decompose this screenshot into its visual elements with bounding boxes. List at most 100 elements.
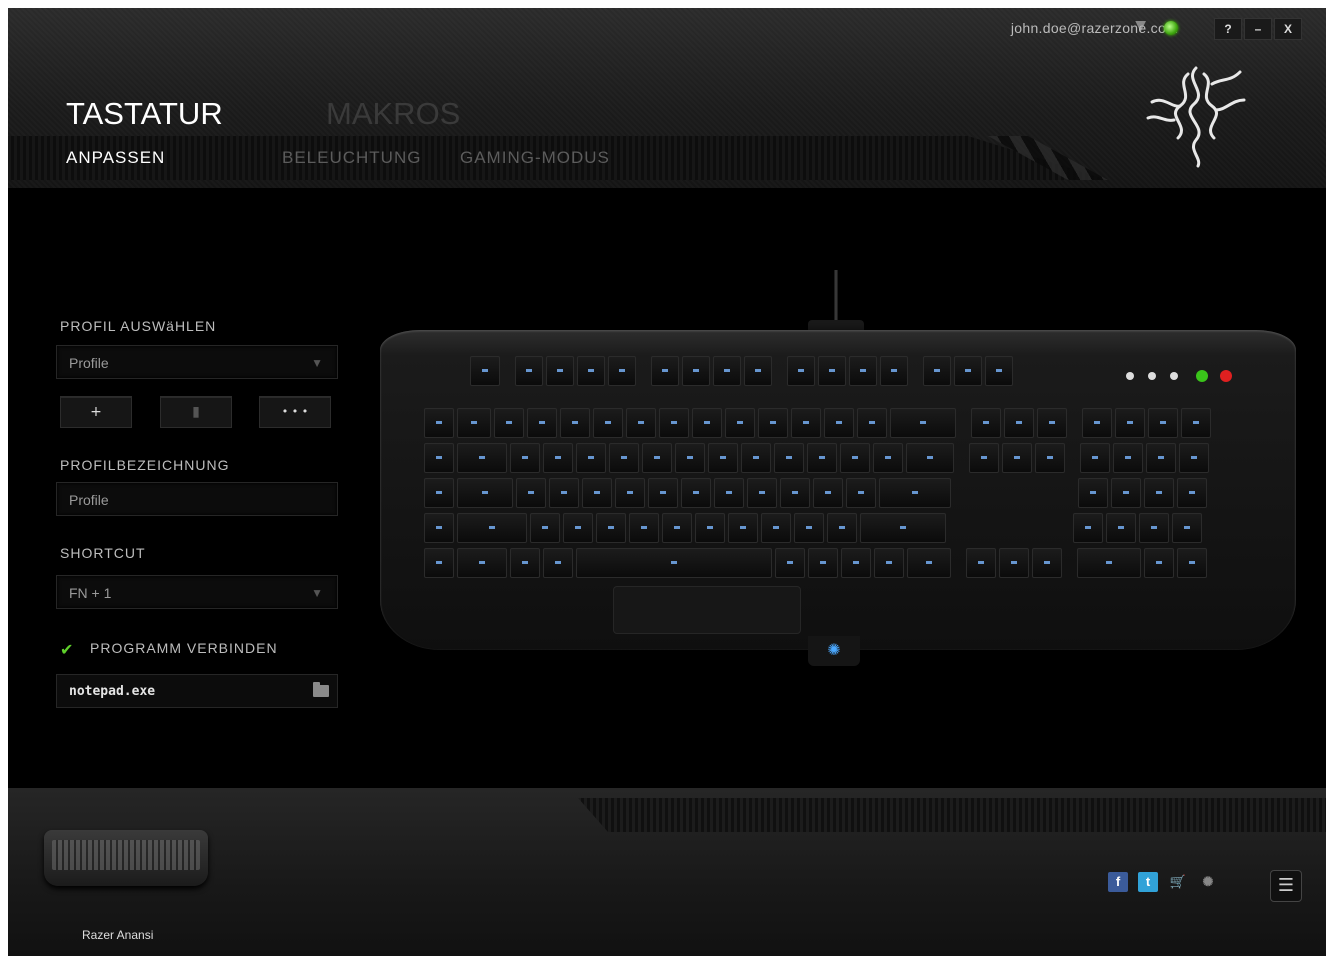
check-icon[interactable]: ✔ — [60, 642, 76, 658]
keyboard-key[interactable] — [744, 356, 772, 386]
keyboard-key[interactable] — [1032, 548, 1062, 578]
keyboard-key[interactable] — [813, 478, 843, 508]
keyboard-key[interactable] — [593, 408, 623, 438]
shortcut-dropdown[interactable]: FN + 1 ▼ — [56, 575, 338, 609]
keyboard-key[interactable] — [457, 408, 491, 438]
keyboard-key[interactable] — [969, 443, 999, 473]
keyboard-key[interactable] — [648, 478, 678, 508]
keyboard-key[interactable] — [824, 408, 854, 438]
keyboard-key[interactable] — [629, 513, 659, 543]
keyboard-key[interactable] — [879, 478, 951, 508]
keyboard-key[interactable] — [608, 356, 636, 386]
keyboard-key[interactable] — [818, 356, 846, 386]
keyboard-key[interactable] — [708, 443, 738, 473]
keyboard-key[interactable] — [1177, 548, 1207, 578]
keyboard-key[interactable] — [1146, 443, 1176, 473]
keyboard-key[interactable] — [874, 548, 904, 578]
keyboard-key[interactable] — [923, 356, 951, 386]
minimize-button[interactable]: – — [1244, 18, 1272, 40]
keyboard-key[interactable] — [728, 513, 758, 543]
keyboard-key[interactable] — [563, 513, 593, 543]
account-email[interactable]: john.doe@razerzone.com — [1011, 20, 1178, 36]
keyboard-key[interactable] — [1037, 408, 1067, 438]
keyboard-key[interactable] — [1106, 513, 1136, 543]
keyboard-key[interactable] — [424, 548, 454, 578]
keyboard-key[interactable] — [543, 548, 573, 578]
keyboard-key[interactable] — [846, 478, 876, 508]
keyboard-key[interactable] — [1082, 408, 1112, 438]
keyboard-key[interactable] — [880, 356, 908, 386]
keyboard-key[interactable] — [582, 478, 612, 508]
keyboard-key[interactable] — [515, 356, 543, 386]
facebook-icon[interactable]: f — [1108, 872, 1128, 892]
tab-makros[interactable]: MAKROS — [326, 96, 460, 132]
keyboard-key[interactable] — [747, 478, 777, 508]
keyboard-key[interactable] — [494, 408, 524, 438]
keyboard-key[interactable] — [860, 513, 946, 543]
keyboard-key[interactable] — [516, 478, 546, 508]
keyboard-key[interactable] — [1181, 408, 1211, 438]
keyboard-key[interactable] — [560, 408, 590, 438]
keyboard-key[interactable] — [546, 356, 574, 386]
keyboard-key[interactable] — [1002, 443, 1032, 473]
keyboard-key[interactable] — [615, 478, 645, 508]
keyboard-key[interactable] — [907, 548, 951, 578]
keyboard-key[interactable] — [470, 356, 500, 386]
keyboard-key[interactable] — [682, 356, 710, 386]
keyboard-key[interactable] — [424, 408, 454, 438]
keyboard-key[interactable] — [1179, 443, 1209, 473]
keyboard-key[interactable] — [577, 356, 605, 386]
keyboard-key[interactable] — [774, 443, 804, 473]
keyboard-key[interactable] — [549, 478, 579, 508]
keyboard-key[interactable] — [1035, 443, 1065, 473]
keyboard-key[interactable] — [890, 408, 956, 438]
keyboard-key[interactable] — [424, 443, 454, 473]
keyboard-key[interactable] — [1172, 513, 1202, 543]
keyboard-key[interactable] — [530, 513, 560, 543]
keyboard-key[interactable] — [807, 443, 837, 473]
help-button[interactable]: ? — [1214, 18, 1242, 40]
keyboard-key[interactable] — [761, 513, 791, 543]
keyboard-key[interactable] — [659, 408, 689, 438]
keyboard-key[interactable] — [1177, 478, 1207, 508]
keyboard-key[interactable] — [424, 513, 454, 543]
keyboard-key[interactable] — [780, 478, 810, 508]
keyboard-key[interactable] — [457, 513, 527, 543]
keyboard-key[interactable] — [794, 513, 824, 543]
keyboard-key[interactable] — [1113, 443, 1143, 473]
keyboard-key[interactable] — [675, 443, 705, 473]
keyboard-key[interactable] — [424, 478, 454, 508]
tab-tastatur[interactable]: TASTATUR — [66, 96, 223, 132]
keyboard-key[interactable] — [840, 443, 870, 473]
more-options-button[interactable]: • • • — [259, 396, 331, 428]
keyboard-key[interactable] — [758, 408, 788, 438]
keyboard-key[interactable] — [725, 408, 755, 438]
keyboard-key[interactable] — [827, 513, 857, 543]
link-program-label[interactable]: PROGRAMM VERBINDEN — [90, 640, 278, 656]
keyboard-key[interactable] — [1144, 548, 1174, 578]
keyboard-key[interactable] — [510, 443, 540, 473]
keyboard-key[interactable] — [457, 478, 513, 508]
keyboard-key[interactable] — [695, 513, 725, 543]
keyboard-key[interactable] — [510, 548, 540, 578]
device-thumbnail[interactable] — [44, 830, 208, 886]
keyboard-key[interactable] — [543, 443, 573, 473]
keyboard-key[interactable] — [906, 443, 954, 473]
keyboard-key[interactable] — [849, 356, 877, 386]
keyboard-key[interactable] — [1115, 408, 1145, 438]
keyboard-key[interactable] — [681, 478, 711, 508]
keyboard-key[interactable] — [791, 408, 821, 438]
keyboard-key[interactable] — [662, 513, 692, 543]
program-file-field[interactable]: notepad.exe — [56, 674, 338, 708]
keyboard-key[interactable] — [1148, 408, 1178, 438]
keyboard-key[interactable] — [692, 408, 722, 438]
keyboard-key[interactable] — [651, 356, 679, 386]
keyboard-key[interactable] — [576, 443, 606, 473]
keyboard-key[interactable] — [1111, 478, 1141, 508]
delete-profile-button[interactable]: ▮ — [160, 396, 232, 428]
subtab-gaming-modus[interactable]: GAMING-MODUS — [460, 148, 610, 168]
keyboard-key[interactable] — [457, 443, 507, 473]
profile-name-field[interactable]: Profile — [56, 482, 338, 516]
keyboard-key[interactable] — [713, 356, 741, 386]
keyboard-key[interactable] — [985, 356, 1013, 386]
